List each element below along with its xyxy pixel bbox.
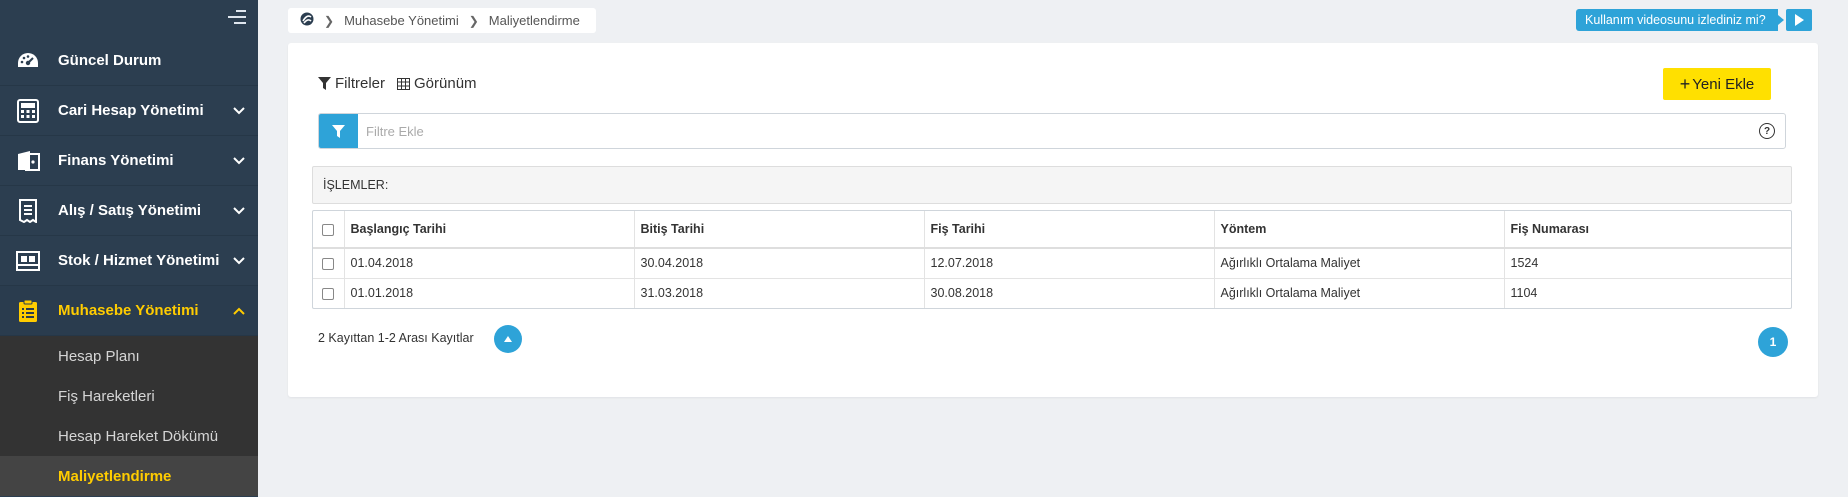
chevron-right-icon: ❯ (468, 13, 479, 28)
table-header-row: Başlangıç Tarihi Bitiş Tarihi Fiş Tarihi… (313, 211, 1791, 248)
sidebar-header (0, 0, 258, 36)
data-table: Başlangıç Tarihi Bitiş Tarihi Fiş Tarihi… (312, 210, 1792, 309)
breadcrumb: ❯ Muhasebe Yönetimi ❯ Maliyetlendirme (288, 8, 596, 33)
main-panel: Filtreler Görünüm + Yeni Ekle ? İŞLEMLER… (288, 43, 1818, 397)
plus-icon: + (1679, 74, 1691, 94)
chevron-down-icon (233, 107, 245, 115)
breadcrumb-item-current: Maliyetlendirme (488, 13, 580, 28)
help-video-label[interactable]: Kullanım videosunu izlediniz mi? (1576, 9, 1784, 31)
operations-bar: İŞLEMLER: (312, 166, 1792, 204)
pagination-page-button[interactable]: 1 (1758, 327, 1788, 357)
sidebar-item-finans[interactable]: Finans Yönetimi (0, 136, 258, 186)
add-new-label: Yeni Ekle (1692, 75, 1755, 93)
records-info: 2 Kayıttan 1-2 Arası Kayıtlar (318, 331, 474, 345)
breadcrumb-item[interactable]: Muhasebe Yönetimi (344, 13, 459, 28)
chevron-up-icon (233, 307, 245, 315)
home-logo-icon[interactable] (300, 12, 314, 29)
table-cell: 01.04.2018 (344, 248, 635, 278)
table-cell: 31.03.2018 (634, 278, 925, 308)
sidebar-item-label: Cari Hesap Yönetimi (58, 102, 204, 119)
filters-button[interactable]: Filtreler (318, 75, 385, 92)
row-checkbox[interactable] (322, 257, 335, 270)
column-header[interactable]: Bitiş Tarihi (634, 211, 925, 248)
help-icon[interactable]: ? (1759, 123, 1775, 139)
chevron-down-icon (233, 157, 245, 165)
help-video-button[interactable]: Kullanım videosunu izlediniz mi? (1576, 9, 1812, 31)
chevron-down-icon (233, 207, 245, 215)
toolbar: Filtreler Görünüm (318, 75, 489, 92)
row-select-cell (313, 248, 345, 278)
sidebar-item-label: Muhasebe Yönetimi (58, 302, 199, 319)
sidebar-item-label: Stok / Hizmet Yönetimi (58, 252, 220, 269)
dashboard-icon (15, 48, 41, 74)
table-row[interactable]: 01.01.2018 31.03.2018 30.08.2018 Ağırlık… (313, 278, 1791, 308)
chevron-down-icon (233, 257, 245, 265)
sidebar-item-label: Güncel Durum (58, 52, 162, 69)
play-icon[interactable] (1785, 9, 1812, 31)
table-cell: 30.04.2018 (634, 248, 925, 278)
sidebar-item-guncel-durum[interactable]: Güncel Durum (0, 36, 258, 86)
muhasebe-submenu: Hesap Planı Fiş Hareketleri Hesap Hareke… (0, 336, 258, 496)
filter-input[interactable] (358, 123, 1759, 139)
sidebar-item-stok-hizmet[interactable]: Stok / Hizmet Yönetimi (0, 236, 258, 286)
filter-bar: ? (318, 113, 1786, 149)
calculator-icon (15, 98, 41, 124)
submenu-item-maliyetlendirme[interactable]: Maliyetlendirme (0, 456, 258, 496)
table-cell: 1104 (1510, 286, 1538, 301)
table-row[interactable]: 01.04.2018 30.04.2018 12.07.2018 Ağırlık… (313, 248, 1791, 278)
add-new-button[interactable]: + Yeni Ekle (1663, 68, 1771, 100)
sidebar-item-muhasebe[interactable]: Muhasebe Yönetimi (0, 286, 258, 336)
table-cell: Ağırlıklı Ortalama Maliyet (1214, 278, 1505, 308)
chevron-right-icon: ❯ (324, 13, 335, 28)
table-cell: 12.07.2018 (924, 248, 1215, 278)
filter-icon[interactable] (319, 114, 358, 148)
sidebar-item-alis-satis[interactable]: Alış / Satış Yönetimi (0, 186, 258, 236)
row-checkbox[interactable] (322, 287, 335, 300)
row-select-cell (313, 278, 345, 308)
table-cell: 30.08.2018 (924, 278, 1215, 308)
receipt-icon (15, 198, 41, 224)
submenu-item-hesap-plani[interactable]: Hesap Planı (0, 336, 258, 376)
table-cell: 01.01.2018 (344, 278, 635, 308)
filters-label: Filtreler (335, 75, 386, 92)
table-cell: Ağırlıklı Ortalama Maliyet (1214, 248, 1505, 278)
sidebar-item-label: Finans Yönetimi (58, 152, 174, 169)
wallet-icon (15, 148, 41, 174)
sidebar-item-label: Alış / Satış Yönetimi (58, 202, 202, 219)
column-header[interactable]: Yöntem (1214, 211, 1505, 248)
select-all-checkbox[interactable] (322, 223, 335, 236)
operations-label: İŞLEMLER: (323, 178, 389, 192)
clipboard-icon (15, 298, 41, 324)
table-cell: 1524 (1510, 256, 1539, 271)
table-icon (397, 77, 411, 90)
select-all-cell (313, 211, 345, 248)
column-header[interactable]: Fiş Tarihi (924, 211, 1215, 248)
sidebar: Güncel Durum Cari Hesap Yönetimi Finans … (0, 0, 258, 497)
box-icon (15, 248, 41, 274)
submenu-item-fis-hareketleri[interactable]: Fiş Hareketleri (0, 376, 258, 416)
sidebar-item-cari-hesap[interactable]: Cari Hesap Yönetimi (0, 86, 258, 136)
column-header[interactable]: Fiş Numarası (1504, 211, 1791, 248)
filter-icon (318, 77, 331, 90)
menu-toggle-icon[interactable] (228, 10, 246, 26)
submenu-item-hesap-hareket-dokumu[interactable]: Hesap Hareket Dökümü (0, 416, 258, 456)
caret-up-icon (504, 336, 512, 342)
scroll-up-button[interactable] (494, 325, 522, 353)
view-label: Görünüm (414, 75, 477, 92)
column-header[interactable]: Başlangıç Tarihi (344, 211, 635, 248)
view-button[interactable]: Görünüm (397, 75, 477, 92)
